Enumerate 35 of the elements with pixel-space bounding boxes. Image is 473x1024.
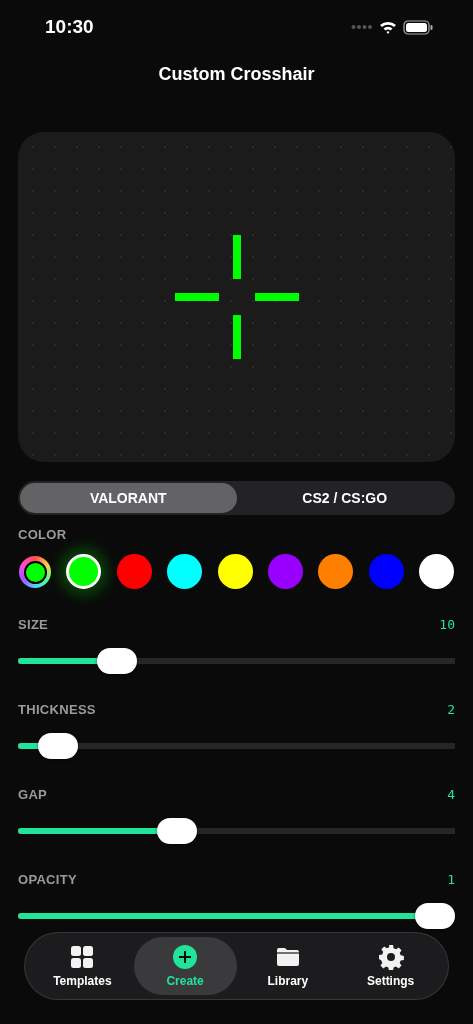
status-time: 10:30	[45, 16, 94, 38]
grid-icon	[69, 944, 96, 970]
game-tab[interactable]: VALORANT	[20, 483, 237, 513]
game-tab[interactable]: CS2 / CS:GO	[236, 483, 453, 513]
color-swatch[interactable]	[217, 554, 253, 589]
slider-value: 10	[439, 617, 455, 632]
color-swatch[interactable]	[116, 554, 152, 589]
slider-value: 2	[447, 702, 455, 717]
color-swatch[interactable]	[167, 554, 203, 589]
tab-bar-item[interactable]: Library	[236, 937, 340, 995]
slider-value: 4	[447, 787, 455, 802]
slider-label: OPACITY	[18, 872, 77, 887]
wifi-icon	[379, 20, 397, 34]
tab-bar-item[interactable]: Settings	[339, 937, 442, 995]
color-swatch[interactable]	[66, 554, 102, 589]
color-swatch[interactable]	[267, 554, 303, 589]
plus-circle-icon	[172, 944, 199, 970]
slider-label: THICKNESS	[18, 702, 96, 717]
color-swatch[interactable]	[318, 554, 354, 589]
slider-label: GAP	[18, 787, 48, 802]
slider-thumb[interactable]	[97, 648, 138, 674]
gear-icon	[377, 944, 404, 970]
section-label: COLOR	[18, 527, 68, 542]
color-swatch[interactable]	[368, 554, 404, 589]
battery-icon	[403, 19, 433, 35]
signal-icon	[351, 24, 373, 30]
slider-thumb[interactable]	[156, 818, 197, 844]
slider-value: 1	[447, 872, 455, 887]
slider-label: SIZE	[18, 617, 49, 632]
tab-bar-item[interactable]: Templates	[31, 937, 134, 995]
slider-thumb[interactable]	[37, 733, 78, 759]
screen-title: Custom Crosshair	[157, 64, 316, 86]
tab-bar-item[interactable]: Create	[133, 937, 237, 995]
slider-thumb[interactable]	[415, 903, 455, 929]
color-swatch[interactable]	[419, 554, 454, 589]
